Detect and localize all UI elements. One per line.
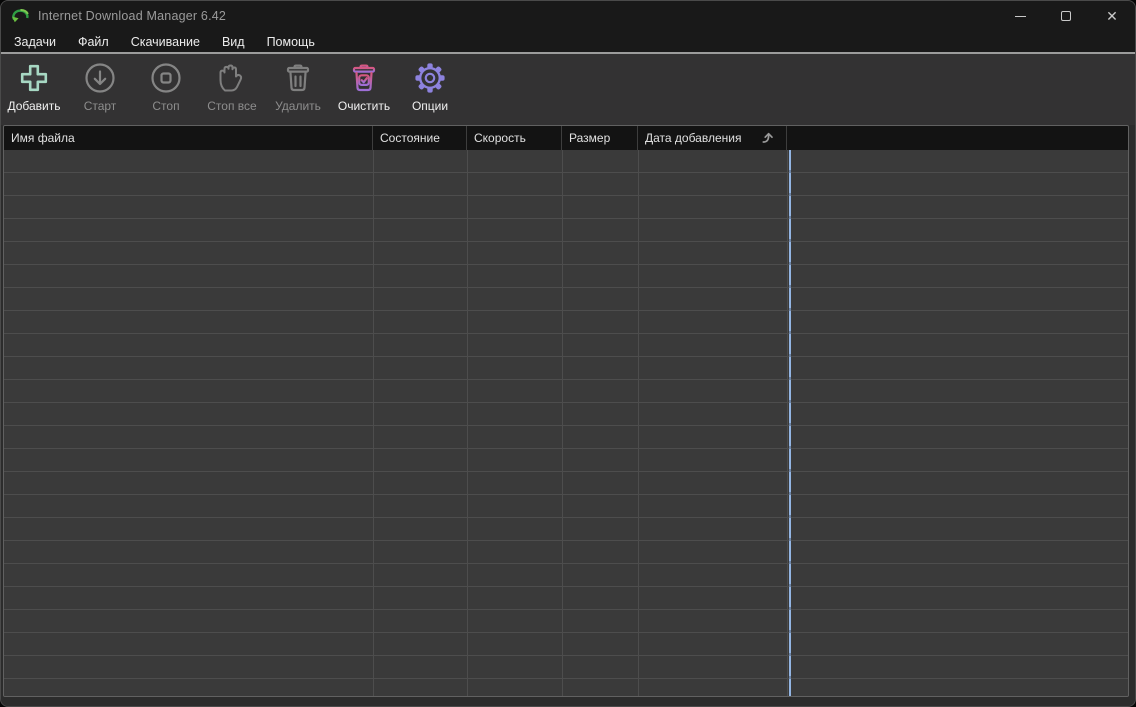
column-divider: [373, 150, 374, 696]
column-label: Скорость: [474, 131, 526, 145]
stop-all-button[interactable]: Стоп все: [199, 54, 265, 113]
column-divider: [562, 150, 563, 696]
menu-downloads[interactable]: Скачивание: [120, 33, 211, 51]
menu-tasks[interactable]: Задачи: [3, 33, 67, 51]
delete-button[interactable]: Удалить: [265, 54, 331, 113]
title-bar: Internet Download Manager 6.42 ✕: [1, 1, 1135, 31]
toolbar-label: Стоп все: [207, 99, 257, 113]
column-header-status[interactable]: Состояние: [373, 126, 467, 150]
column-header-filename[interactable]: Имя файла: [4, 126, 373, 150]
toolbar-label: Опции: [411, 99, 449, 113]
toolbar-label: Очистить: [337, 99, 391, 113]
column-header-speed[interactable]: Скорость: [467, 126, 562, 150]
column-marker-line: [789, 150, 791, 696]
toolbar-label: Старт: [83, 99, 117, 113]
maximize-button[interactable]: [1043, 1, 1089, 31]
clear-button[interactable]: Очистить: [331, 54, 397, 113]
menu-help[interactable]: Помощь: [256, 33, 326, 51]
add-plus-icon: [20, 64, 48, 92]
table-header: Имя файла Состояние Скорость Размер Дата…: [4, 126, 1128, 150]
close-icon: ✕: [1106, 8, 1118, 24]
minimize-button[interactable]: [997, 1, 1043, 31]
main-area: Имя файла Состояние Скорость Размер Дата…: [1, 125, 1135, 706]
toolbar-label: Удалить: [275, 99, 321, 113]
column-header-size[interactable]: Размер: [562, 126, 638, 150]
download-list-body[interactable]: [4, 150, 1128, 696]
window-title: Internet Download Manager 6.42: [38, 9, 227, 23]
column-label: Состояние: [380, 131, 440, 145]
window-controls: ✕: [997, 1, 1135, 31]
maximize-icon: [1061, 11, 1071, 21]
stop-all-hand-icon: [219, 64, 243, 92]
idm-window: Internet Download Manager 6.42 ✕ Задачи …: [0, 0, 1136, 707]
stop-icon: [151, 63, 181, 93]
options-button[interactable]: Опции: [397, 54, 463, 113]
idm-logo-icon: [12, 8, 29, 23]
options-gear-icon: [415, 63, 445, 93]
stop-button[interactable]: Стоп: [133, 54, 199, 113]
toolbar: Добавить Старт Стоп Стоп все Удалить Очи…: [1, 54, 1135, 125]
delete-trash-icon: [286, 64, 310, 92]
column-header-date-added[interactable]: Дата добавления: [638, 126, 787, 150]
menu-view[interactable]: Вид: [211, 33, 256, 51]
column-divider: [638, 150, 639, 696]
column-label: Дата добавления: [645, 131, 742, 145]
column-divider: [467, 150, 468, 696]
download-list-panel: Имя файла Состояние Скорость Размер Дата…: [3, 125, 1129, 697]
menu-bar: Задачи Файл Скачивание Вид Помощь: [1, 31, 1135, 52]
column-label: Имя файла: [11, 131, 75, 145]
menu-file[interactable]: Файл: [67, 33, 120, 51]
add-button[interactable]: Добавить: [1, 54, 67, 113]
column-header-filler: [787, 126, 1128, 150]
toolbar-label: Добавить: [7, 99, 61, 113]
close-button[interactable]: ✕: [1089, 1, 1135, 31]
toolbar-label: Стоп: [152, 99, 180, 113]
sort-ascending-icon: [762, 132, 773, 143]
column-label: Размер: [569, 131, 611, 145]
column-divider: [787, 150, 788, 696]
start-download-icon: [85, 63, 115, 93]
minimize-icon: [1014, 15, 1026, 17]
clear-trash-check-icon: [352, 64, 376, 92]
start-button[interactable]: Старт: [67, 54, 133, 113]
